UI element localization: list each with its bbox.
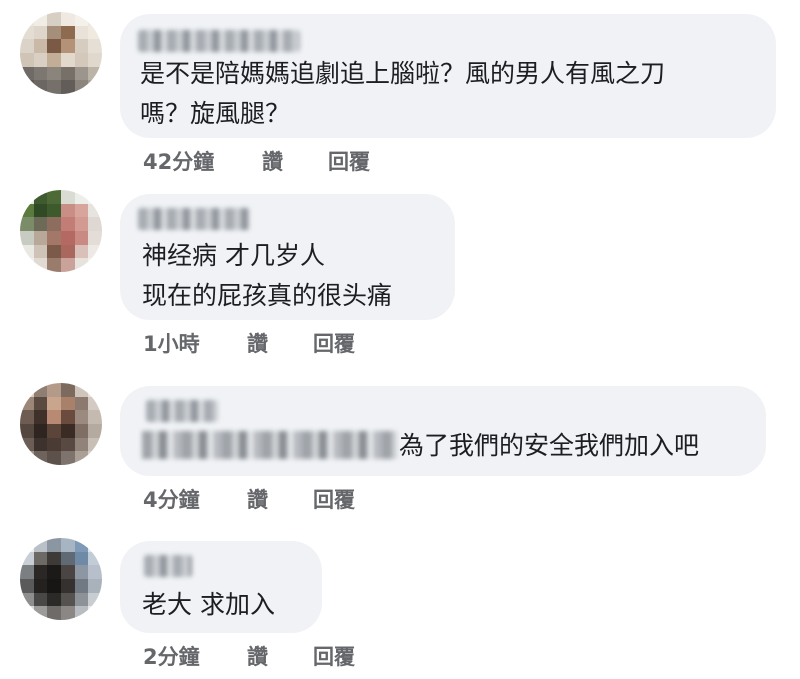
- author-name-blurred[interactable]: [138, 208, 250, 230]
- comment-text: 是不是陪媽媽追劇追上腦啦？風的男人有風之刀 嗎？旋風腿？: [140, 54, 665, 134]
- comment-timestamp[interactable]: 42分鐘: [143, 146, 214, 176]
- comment-timestamp[interactable]: 4分鐘: [143, 484, 200, 514]
- avatar[interactable]: [20, 190, 102, 272]
- comment-text: 為了我們的安全我們加入吧: [142, 426, 699, 466]
- avatar[interactable]: [20, 538, 102, 620]
- comment-text-line: 老大 求加入: [142, 590, 275, 619]
- comment-timestamp[interactable]: 1小時: [143, 328, 200, 358]
- comment-bubble: 是不是陪媽媽追劇追上腦啦？風的男人有風之刀 嗎？旋風腿？: [120, 14, 776, 138]
- comment-text-line: 现在的屁孩真的很头痛: [142, 281, 393, 310]
- comment-text-line: 是不是陪媽媽追劇追上腦啦？風的男人有風之刀: [140, 59, 666, 88]
- author-name-blurred[interactable]: [138, 30, 300, 52]
- like-button[interactable]: 讚: [247, 484, 268, 514]
- comment-text-line: 嗎？旋風腿？: [140, 99, 291, 128]
- author-name-blurred[interactable]: [144, 555, 192, 577]
- comment-bubble: 神经病 才几岁人 现在的屁孩真的很头痛: [120, 194, 455, 320]
- like-button[interactable]: 讚: [262, 146, 283, 176]
- like-button[interactable]: 讚: [247, 328, 268, 358]
- comment-text: 老大 求加入: [142, 585, 275, 625]
- reply-button[interactable]: 回覆: [313, 641, 355, 671]
- comment-text-line: 神经病 才几岁人: [142, 241, 325, 270]
- comment-timestamp[interactable]: 2分鐘: [143, 641, 200, 671]
- like-button[interactable]: 讚: [247, 641, 268, 671]
- comment-bubble: 老大 求加入: [120, 541, 322, 633]
- comment-bubble: 為了我們的安全我們加入吧: [120, 386, 766, 476]
- comment-text-line: 為了我們的安全我們加入吧: [142, 426, 699, 466]
- author-name-blurred[interactable]: [146, 400, 218, 422]
- avatar[interactable]: [20, 12, 102, 94]
- reply-button[interactable]: 回覆: [328, 146, 370, 176]
- reply-button[interactable]: 回覆: [313, 484, 355, 514]
- blurred-text: [142, 431, 397, 459]
- avatar[interactable]: [20, 383, 102, 465]
- reply-button[interactable]: 回覆: [313, 328, 355, 358]
- comment-text: 神经病 才几岁人 现在的屁孩真的很头痛: [142, 236, 392, 316]
